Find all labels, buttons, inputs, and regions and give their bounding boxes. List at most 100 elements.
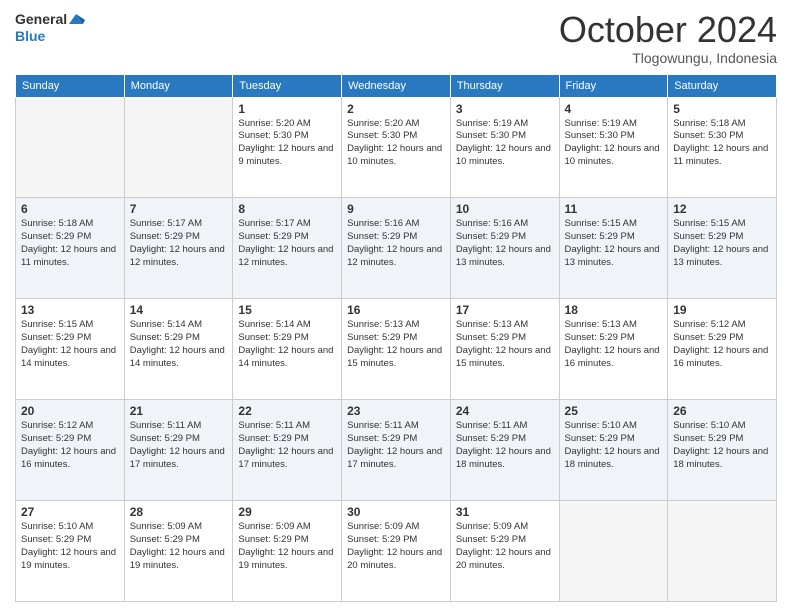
day-of-week-header: Friday (559, 74, 668, 97)
day-of-week-header: Sunday (16, 74, 125, 97)
calendar-cell: 1 Sunrise: 5:20 AMSunset: 5:30 PMDaylight… (233, 97, 342, 198)
day-number: 14 (130, 303, 228, 317)
day-number: 27 (21, 505, 119, 519)
logo: General Blue (15, 10, 85, 45)
calendar-cell: 11 Sunrise: 5:15 AMSunset: 5:29 PMDayligh… (559, 198, 668, 299)
calendar-cell (124, 97, 233, 198)
day-info: Sunrise: 5:11 AMSunset: 5:29 PMDaylight:… (130, 420, 228, 471)
subtitle: Tlogowungu, Indonesia (559, 50, 777, 66)
day-info: Sunrise: 5:20 AMSunset: 5:30 PMDaylight:… (347, 118, 445, 169)
calendar-cell: 9 Sunrise: 5:16 AMSunset: 5:29 PMDaylight… (342, 198, 451, 299)
day-number: 19 (673, 303, 771, 317)
day-of-week-header: Monday (124, 74, 233, 97)
calendar-week-row: 20Sunrise: 5:12 AMSunset: 5:29 PMDayligh… (16, 400, 777, 501)
day-info: Sunrise: 5:09 AMSunset: 5:29 PMDaylight:… (238, 521, 336, 572)
day-info: Sunrise: 5:15 AMSunset: 5:29 PMDaylight:… (673, 218, 771, 269)
calendar-cell: 18Sunrise: 5:13 AMSunset: 5:29 PMDayligh… (559, 299, 668, 400)
calendar-cell: 28Sunrise: 5:09 AMSunset: 5:29 PMDayligh… (124, 501, 233, 602)
day-info: Sunrise: 5:16 AMSunset: 5:29 PMDaylight:… (456, 218, 554, 269)
day-number: 20 (21, 404, 119, 418)
day-info: Sunrise: 5:15 AMSunset: 5:29 PMDaylight:… (565, 218, 663, 269)
calendar-cell: 10 Sunrise: 5:16 AMSunset: 5:29 PMDayligh… (450, 198, 559, 299)
calendar-cell: 14 Sunrise: 5:14 AMSunset: 5:29 PMDayligh… (124, 299, 233, 400)
day-number: 9 (347, 202, 445, 216)
calendar-cell: 29 Sunrise: 5:09 AMSunset: 5:29 PMDayligh… (233, 501, 342, 602)
day-number: 5 (673, 102, 771, 116)
day-info: Sunrise: 5:14 AMSunset: 5:29 PMDaylight:… (238, 319, 336, 370)
logo-general: General (15, 11, 67, 27)
calendar-cell: 6 Sunrise: 5:18 AMSunset: 5:29 PMDaylight… (16, 198, 125, 299)
day-info: Sunrise: 5:13 AMSunset: 5:29 PMDaylight:… (456, 319, 554, 370)
calendar-body: 1 Sunrise: 5:20 AMSunset: 5:30 PMDaylight… (16, 97, 777, 601)
day-info: Sunrise: 5:10 AMSunset: 5:29 PMDaylight:… (673, 420, 771, 471)
day-number: 16 (347, 303, 445, 317)
calendar-cell: 30 Sunrise: 5:09 AMSunset: 5:29 PMDayligh… (342, 501, 451, 602)
day-number: 1 (238, 102, 336, 116)
day-number: 7 (130, 202, 228, 216)
day-of-week-header: Saturday (668, 74, 777, 97)
day-info: Sunrise: 5:10 AMSunset: 5:29 PMDaylight:… (565, 420, 663, 471)
day-info: Sunrise: 5:18 AMSunset: 5:29 PMDaylight:… (21, 218, 119, 269)
calendar-cell: 24 Sunrise: 5:11 AMSunset: 5:29 PMDayligh… (450, 400, 559, 501)
day-number: 24 (456, 404, 554, 418)
day-info: Sunrise: 5:19 AMSunset: 5:30 PMDaylight:… (456, 118, 554, 169)
calendar-cell: 12 Sunrise: 5:15 AMSunset: 5:29 PMDayligh… (668, 198, 777, 299)
day-number: 17 (456, 303, 554, 317)
calendar-cell: 8Sunrise: 5:17 AMSunset: 5:29 PMDaylight… (233, 198, 342, 299)
day-number: 26 (673, 404, 771, 418)
day-number: 29 (238, 505, 336, 519)
logo-icon (67, 10, 85, 28)
calendar-cell: 4Sunrise: 5:19 AMSunset: 5:30 PMDaylight… (559, 97, 668, 198)
day-info: Sunrise: 5:15 AMSunset: 5:29 PMDaylight:… (21, 319, 119, 370)
day-info: Sunrise: 5:10 AMSunset: 5:29 PMDaylight:… (21, 521, 119, 572)
month-title: October 2024 (559, 10, 777, 50)
day-info: Sunrise: 5:16 AMSunset: 5:29 PMDaylight:… (347, 218, 445, 269)
day-info: Sunrise: 5:11 AMSunset: 5:29 PMDaylight:… (456, 420, 554, 471)
calendar: SundayMondayTuesdayWednesdayThursdayFrid… (15, 74, 777, 602)
day-info: Sunrise: 5:12 AMSunset: 5:29 PMDaylight:… (673, 319, 771, 370)
page: General Blue October 2024 Tlogowungu, In… (0, 0, 792, 612)
day-info: Sunrise: 5:14 AMSunset: 5:29 PMDaylight:… (130, 319, 228, 370)
logo-text: General (15, 11, 67, 28)
day-number: 12 (673, 202, 771, 216)
calendar-week-row: 27 Sunrise: 5:10 AMSunset: 5:29 PMDayligh… (16, 501, 777, 602)
calendar-cell (559, 501, 668, 602)
calendar-cell: 20Sunrise: 5:12 AMSunset: 5:29 PMDayligh… (16, 400, 125, 501)
day-info: Sunrise: 5:18 AMSunset: 5:30 PMDaylight:… (673, 118, 771, 169)
calendar-week-row: 6 Sunrise: 5:18 AMSunset: 5:29 PMDaylight… (16, 198, 777, 299)
header: General Blue October 2024 Tlogowungu, In… (15, 10, 777, 66)
calendar-cell: 5 Sunrise: 5:18 AMSunset: 5:30 PMDaylight… (668, 97, 777, 198)
day-number: 23 (347, 404, 445, 418)
day-of-week-header: Thursday (450, 74, 559, 97)
calendar-cell: 2 Sunrise: 5:20 AMSunset: 5:30 PMDaylight… (342, 97, 451, 198)
day-info: Sunrise: 5:09 AMSunset: 5:29 PMDaylight:… (347, 521, 445, 572)
day-number: 18 (565, 303, 663, 317)
calendar-cell: 17 Sunrise: 5:13 AMSunset: 5:29 PMDayligh… (450, 299, 559, 400)
calendar-cell: 26 Sunrise: 5:10 AMSunset: 5:29 PMDayligh… (668, 400, 777, 501)
day-number: 2 (347, 102, 445, 116)
calendar-header-row: SundayMondayTuesdayWednesdayThursdayFrid… (16, 74, 777, 97)
day-info: Sunrise: 5:09 AMSunset: 5:29 PMDaylight:… (130, 521, 228, 572)
day-info: Sunrise: 5:09 AMSunset: 5:29 PMDaylight:… (456, 521, 554, 572)
day-number: 22 (238, 404, 336, 418)
day-number: 13 (21, 303, 119, 317)
day-number: 11 (565, 202, 663, 216)
calendar-cell: 21Sunrise: 5:11 AMSunset: 5:29 PMDayligh… (124, 400, 233, 501)
calendar-cell: 23Sunrise: 5:11 AMSunset: 5:29 PMDayligh… (342, 400, 451, 501)
day-number: 31 (456, 505, 554, 519)
calendar-cell (668, 501, 777, 602)
calendar-cell: 31 Sunrise: 5:09 AMSunset: 5:29 PMDayligh… (450, 501, 559, 602)
day-info: Sunrise: 5:20 AMSunset: 5:30 PMDaylight:… (238, 118, 336, 169)
calendar-cell: 22Sunrise: 5:11 AMSunset: 5:29 PMDayligh… (233, 400, 342, 501)
calendar-cell: 7Sunrise: 5:17 AMSunset: 5:29 PMDaylight… (124, 198, 233, 299)
day-info: Sunrise: 5:17 AMSunset: 5:29 PMDaylight:… (238, 218, 336, 269)
calendar-cell: 27 Sunrise: 5:10 AMSunset: 5:29 PMDayligh… (16, 501, 125, 602)
calendar-cell: 13 Sunrise: 5:15 AMSunset: 5:29 PMDayligh… (16, 299, 125, 400)
day-number: 25 (565, 404, 663, 418)
day-number: 3 (456, 102, 554, 116)
day-of-week-header: Wednesday (342, 74, 451, 97)
calendar-cell (16, 97, 125, 198)
day-number: 10 (456, 202, 554, 216)
day-number: 6 (21, 202, 119, 216)
day-number: 30 (347, 505, 445, 519)
